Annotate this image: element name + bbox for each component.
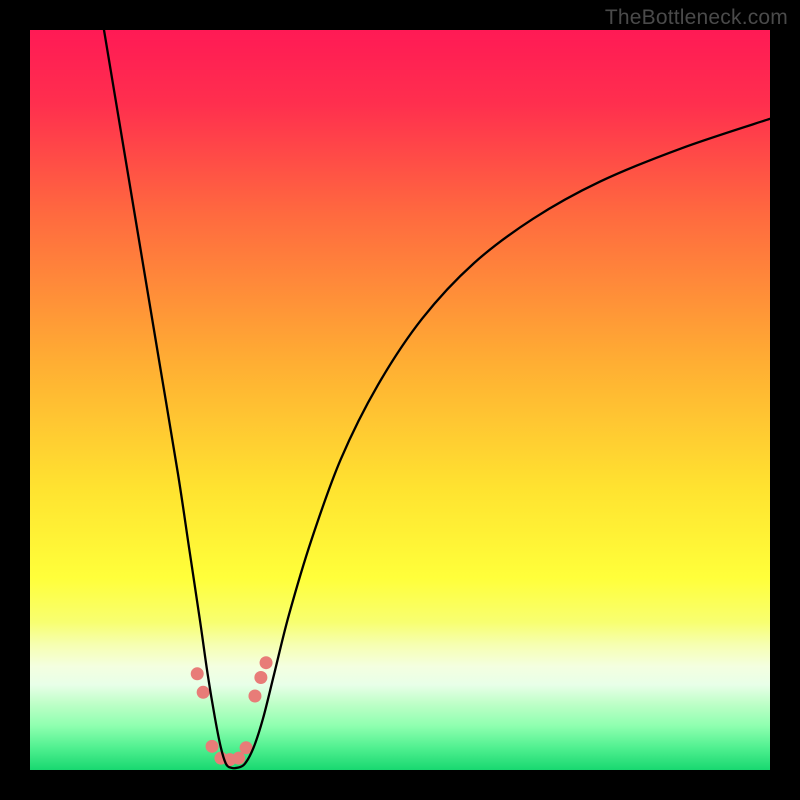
bottleneck-curve: [104, 30, 770, 768]
chart-frame: TheBottleneck.com: [0, 0, 800, 800]
marker-dot: [191, 667, 204, 680]
marker-dot: [260, 656, 273, 669]
watermark-text: TheBottleneck.com: [605, 6, 788, 30]
marker-dot: [254, 671, 267, 684]
highlight-dots: [191, 656, 273, 766]
marker-dot: [206, 740, 219, 753]
chart-svg: [30, 30, 770, 770]
plot-area: [30, 30, 770, 770]
marker-dot: [248, 690, 261, 703]
marker-dot: [197, 686, 210, 699]
